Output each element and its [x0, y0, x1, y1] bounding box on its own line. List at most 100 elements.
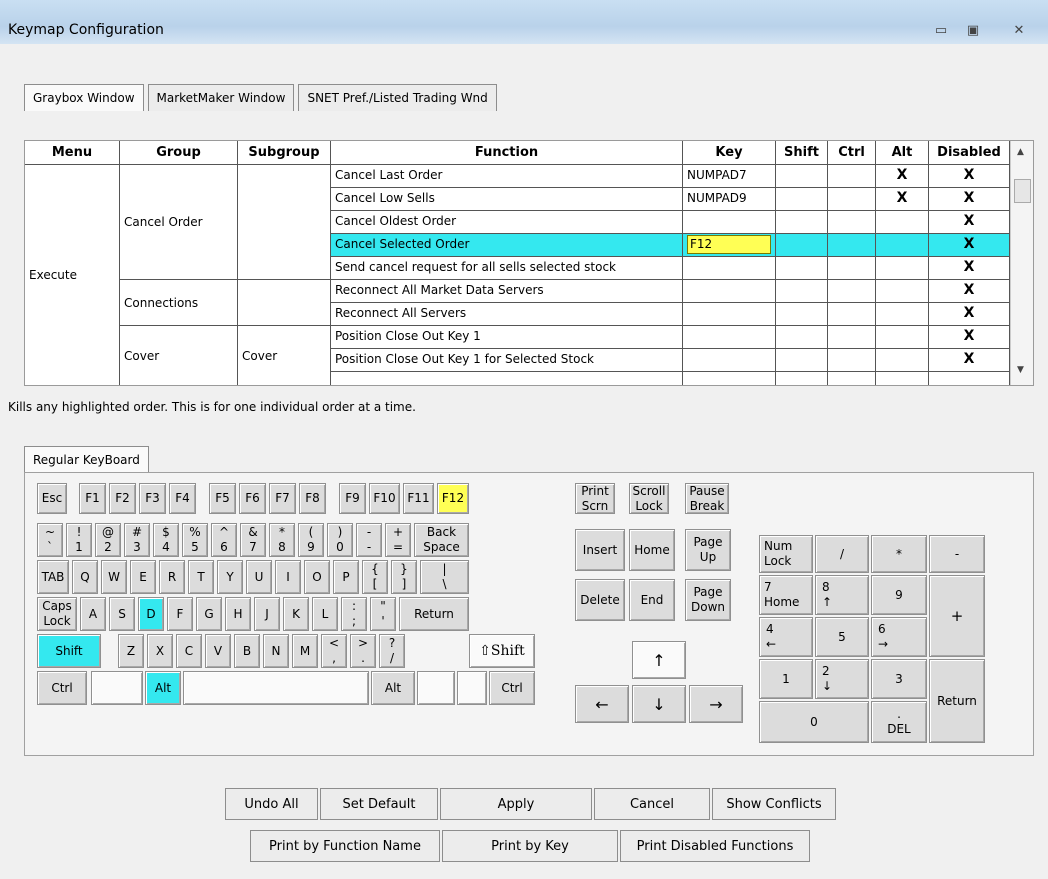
- function-cell[interactable]: Cancel Oldest Order: [331, 211, 683, 234]
- key-numpad-del[interactable]: . DEL: [871, 701, 927, 743]
- key-tilde[interactable]: ~ `: [37, 523, 63, 557]
- key-f1[interactable]: F1: [79, 483, 106, 514]
- key-quote[interactable]: " ': [370, 597, 396, 631]
- function-cell[interactable]: Reconnect All Market Data Servers: [331, 280, 683, 303]
- apply-button[interactable]: Apply: [440, 788, 592, 820]
- grid-scrollbar[interactable]: ▲ ▼: [1010, 141, 1033, 385]
- key-2[interactable]: @2: [95, 523, 121, 557]
- key-right-shift[interactable]: ⇧Shift: [469, 634, 535, 668]
- key-f6[interactable]: F6: [239, 483, 266, 514]
- maximize-icon[interactable]: ▣: [960, 22, 986, 40]
- key-cell[interactable]: [683, 280, 776, 303]
- alt-cell[interactable]: X: [876, 188, 929, 211]
- key-right-brace[interactable]: }]: [391, 560, 417, 594]
- function-cell-selected[interactable]: Cancel Selected Order: [331, 234, 683, 257]
- key-arrow-left[interactable]: ←: [575, 685, 629, 723]
- key-b[interactable]: B: [234, 634, 260, 668]
- ctrl-cell[interactable]: [828, 257, 876, 280]
- key-n[interactable]: N: [263, 634, 289, 668]
- print-by-function-name-button[interactable]: Print by Function Name: [250, 830, 440, 862]
- shift-cell[interactable]: [776, 349, 828, 372]
- key-edit-field[interactable]: F12: [687, 235, 771, 254]
- key-o[interactable]: O: [304, 560, 330, 594]
- key-space[interactable]: [183, 671, 369, 705]
- disabled-cell[interactable]: X: [929, 349, 1010, 372]
- key-f10[interactable]: F10: [369, 483, 400, 514]
- key-blank[interactable]: [417, 671, 455, 705]
- function-cell[interactable]: Reconnect All Servers: [331, 303, 683, 326]
- key-cell[interactable]: [683, 349, 776, 372]
- key-w[interactable]: W: [101, 560, 127, 594]
- shift-cell[interactable]: [776, 303, 828, 326]
- key-right-ctrl[interactable]: Ctrl: [489, 671, 535, 705]
- key-s[interactable]: S: [109, 597, 135, 631]
- key-numpad-3[interactable]: 3: [871, 659, 927, 699]
- key-cell[interactable]: NUMPAD9: [683, 188, 776, 211]
- key-h[interactable]: H: [225, 597, 251, 631]
- header-subgroup[interactable]: Subgroup: [238, 141, 331, 165]
- key-f[interactable]: F: [167, 597, 193, 631]
- key-caps-lock[interactable]: Caps Lock: [37, 597, 77, 631]
- function-cell[interactable]: Send cancel request for all sells select…: [331, 257, 683, 280]
- set-default-button[interactable]: Set Default: [320, 788, 438, 820]
- header-alt[interactable]: Alt: [876, 141, 929, 165]
- key-numpad-minus[interactable]: -: [929, 535, 985, 573]
- disabled-cell[interactable]: X: [929, 326, 1010, 349]
- key-6[interactable]: ^ 6: [211, 523, 237, 557]
- key-0[interactable]: ) 0: [327, 523, 353, 557]
- key-numpad-0[interactable]: 0: [759, 701, 869, 743]
- key-f7[interactable]: F7: [269, 483, 296, 514]
- disabled-cell[interactable]: X: [929, 303, 1010, 326]
- key-left-ctrl[interactable]: Ctrl: [37, 671, 87, 705]
- key-cell-partial[interactable]: [683, 372, 776, 385]
- key-left-alt[interactable]: Alt: [145, 671, 181, 705]
- key-g[interactable]: G: [196, 597, 222, 631]
- key-pause-break[interactable]: Pause Break: [685, 483, 729, 514]
- key-period[interactable]: >.: [350, 634, 376, 668]
- alt-cell[interactable]: [876, 326, 929, 349]
- key-c[interactable]: C: [176, 634, 202, 668]
- key-arrow-up[interactable]: ↑: [632, 641, 686, 679]
- ctrl-cell[interactable]: [828, 326, 876, 349]
- print-by-key-button[interactable]: Print by Key: [442, 830, 618, 862]
- key-semicolon[interactable]: :;: [341, 597, 367, 631]
- key-u[interactable]: U: [246, 560, 272, 594]
- key-slash[interactable]: ? /: [379, 634, 405, 668]
- key-numpad-4[interactable]: 4 ←: [759, 617, 813, 657]
- key-f8[interactable]: F8: [299, 483, 326, 514]
- key-blank[interactable]: [91, 671, 143, 705]
- key-j[interactable]: J: [254, 597, 280, 631]
- ctrl-cell[interactable]: [828, 188, 876, 211]
- tab-marketmaker-window[interactable]: MarketMaker Window: [147, 84, 295, 111]
- key-backslash[interactable]: | \: [420, 560, 469, 594]
- key-r[interactable]: R: [159, 560, 185, 594]
- key-home[interactable]: Home: [629, 529, 675, 571]
- key-tab[interactable]: TAB: [37, 560, 69, 594]
- key-cell[interactable]: [683, 257, 776, 280]
- disabled-cell[interactable]: X: [929, 280, 1010, 303]
- close-icon[interactable]: ✕: [1006, 22, 1032, 40]
- key-numpad-return[interactable]: Return: [929, 659, 985, 743]
- key-f4[interactable]: F4: [169, 483, 196, 514]
- tab-snet-pref-listed[interactable]: SNET Pref./Listed Trading Wnd: [298, 84, 497, 111]
- key-f2[interactable]: F2: [109, 483, 136, 514]
- show-conflicts-button[interactable]: Show Conflicts: [712, 788, 836, 820]
- shift-cell[interactable]: [776, 165, 828, 188]
- key-minus[interactable]: --: [356, 523, 382, 557]
- function-cell-partial[interactable]: [331, 372, 683, 385]
- key-d[interactable]: D: [138, 597, 164, 631]
- cancel-button[interactable]: Cancel: [594, 788, 710, 820]
- scroll-thumb[interactable]: [1014, 179, 1031, 203]
- key-left-brace[interactable]: {[: [362, 560, 388, 594]
- key-q[interactable]: Q: [72, 560, 98, 594]
- alt-cell[interactable]: [876, 211, 929, 234]
- key-numpad-star[interactable]: *: [871, 535, 927, 573]
- header-menu[interactable]: Menu: [25, 141, 120, 165]
- function-cell[interactable]: Cancel Last Order: [331, 165, 683, 188]
- key-cell[interactable]: NUMPAD7: [683, 165, 776, 188]
- ctrl-cell-partial[interactable]: [828, 372, 876, 385]
- key-l[interactable]: L: [312, 597, 338, 631]
- key-return[interactable]: Return: [399, 597, 469, 631]
- header-disabled[interactable]: Disabled: [929, 141, 1010, 165]
- disabled-cell[interactable]: X: [929, 234, 1010, 257]
